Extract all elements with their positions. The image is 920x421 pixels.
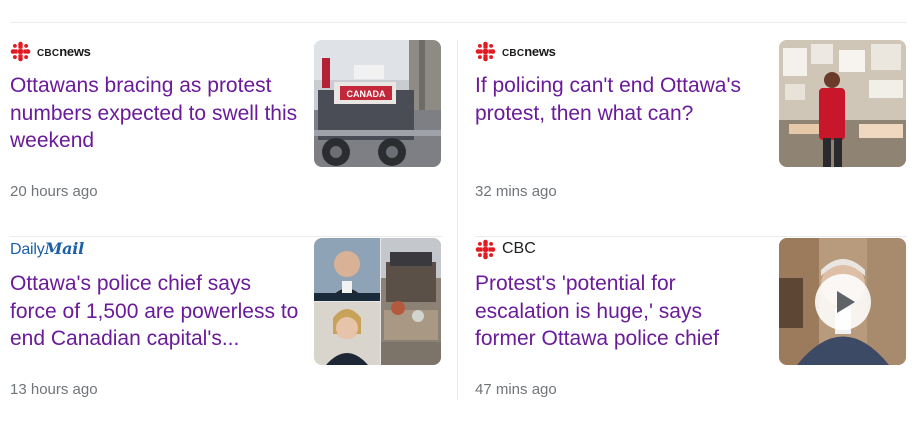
cbc-gem-icon <box>10 41 31 61</box>
headline-link[interactable]: Ottawa's police chief says force of 1,50… <box>10 270 300 353</box>
news-card[interactable]: CBC Protest's 'potential for escalation … <box>475 238 907 418</box>
timestamp: 20 hours ago <box>10 183 98 200</box>
source-label: CBC <box>475 238 536 260</box>
play-icon[interactable] <box>815 274 871 330</box>
source-label: CBCnews <box>475 40 556 62</box>
headline-link[interactable]: Protest's 'potential for escalation is h… <box>475 270 765 353</box>
source-label: CBCnews <box>10 40 91 62</box>
daily-mail-logo: DailyMail <box>10 239 85 258</box>
sign-text: CANADA <box>347 89 386 99</box>
news-card[interactable]: CBCnews If policing can't end Ottawa's p… <box>475 40 907 237</box>
timestamp: 32 mins ago <box>475 183 557 200</box>
protester-at-memorial-photo <box>779 40 906 167</box>
headline-link[interactable]: Ottawans bracing as protest numbers expe… <box>10 72 300 155</box>
video-thumbnail[interactable] <box>779 238 906 365</box>
row-divider <box>10 236 442 237</box>
headline-link[interactable]: If policing can't end Ottawa's protest, … <box>475 72 765 127</box>
police-chief-collage-photo <box>314 238 441 365</box>
source-name: CBC <box>502 240 536 257</box>
source-label: DailyMail <box>10 238 84 260</box>
thumbnail-image[interactable] <box>779 40 906 167</box>
cbc-news-logo: CBCnews <box>37 43 91 59</box>
column-divider <box>457 40 458 400</box>
top-divider <box>10 22 907 23</box>
news-card[interactable]: DailyMail Ottawa's police chief says for… <box>10 238 442 418</box>
thumbnail-image[interactable] <box>314 238 441 365</box>
thumbnail-image[interactable]: CANADA <box>314 40 441 167</box>
timestamp: 47 mins ago <box>475 381 557 398</box>
news-card[interactable]: CBCnews Ottawans bracing as protest numb… <box>10 40 442 237</box>
timestamp: 13 hours ago <box>10 381 98 398</box>
cbc-news-logo: CBCnews <box>502 43 556 59</box>
cbc-gem-icon <box>475 239 496 259</box>
truck-convoy-photo: CANADA <box>314 40 441 167</box>
cbc-gem-icon <box>475 41 496 61</box>
row-divider <box>475 236 907 237</box>
